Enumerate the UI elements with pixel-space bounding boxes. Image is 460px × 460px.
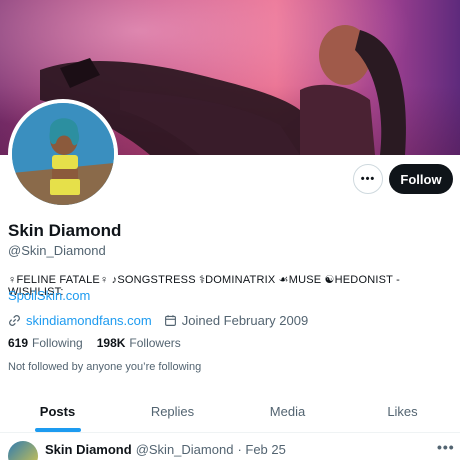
link-icon: [9, 315, 20, 326]
followers-count: 198K: [96, 336, 126, 350]
display-name: Skin Diamond: [8, 221, 122, 240]
follow-counts: 619 Following 198K Followers: [8, 336, 181, 350]
tab-media[interactable]: Media: [230, 390, 345, 432]
more-label: •••: [360, 172, 376, 185]
calendar-icon: [164, 315, 176, 326]
post-handle: @Skin_Diamond: [135, 442, 234, 457]
website-link[interactable]: skindiamondfans.com: [26, 313, 152, 328]
post-author[interactable]: Skin Diamond: [45, 442, 132, 457]
followers-link[interactable]: 198K Followers: [97, 336, 181, 350]
tab-likes[interactable]: Likes: [345, 390, 460, 432]
following-link[interactable]: 619 Following: [8, 336, 83, 350]
not-followed-notice: Not followed by anyone you’re following: [8, 361, 202, 373]
following-count: 619: [8, 336, 29, 350]
post-item[interactable]: Skin Diamond @Skin_Diamond · Feb 25 •••: [0, 433, 460, 460]
post-more-button[interactable]: •••: [437, 439, 455, 455]
more-options-button[interactable]: •••: [353, 164, 383, 194]
post-avatar[interactable]: [8, 441, 38, 460]
profile-handle: @Skin_Diamond: [8, 243, 106, 258]
follow-button[interactable]: Follow: [389, 164, 453, 194]
post-header: Skin Diamond @Skin_Diamond · Feb 25: [45, 442, 286, 457]
profile-meta: skindiamondfans.com Joined February 2009: [8, 313, 308, 328]
joined-date: Joined February 2009: [181, 313, 309, 328]
profile-tabs: Posts Replies Media Likes: [0, 390, 460, 433]
avatar-photo: [12, 103, 114, 205]
followers-label: Followers: [129, 336, 181, 350]
following-label: Following: [32, 336, 83, 350]
tab-replies[interactable]: Replies: [115, 390, 230, 432]
profile-avatar[interactable]: [8, 99, 118, 209]
post-date[interactable]: · Feb 25: [237, 442, 285, 457]
bio-wishlist-link[interactable]: SpoilSkin.com: [8, 288, 90, 303]
tab-posts[interactable]: Posts: [0, 390, 115, 432]
